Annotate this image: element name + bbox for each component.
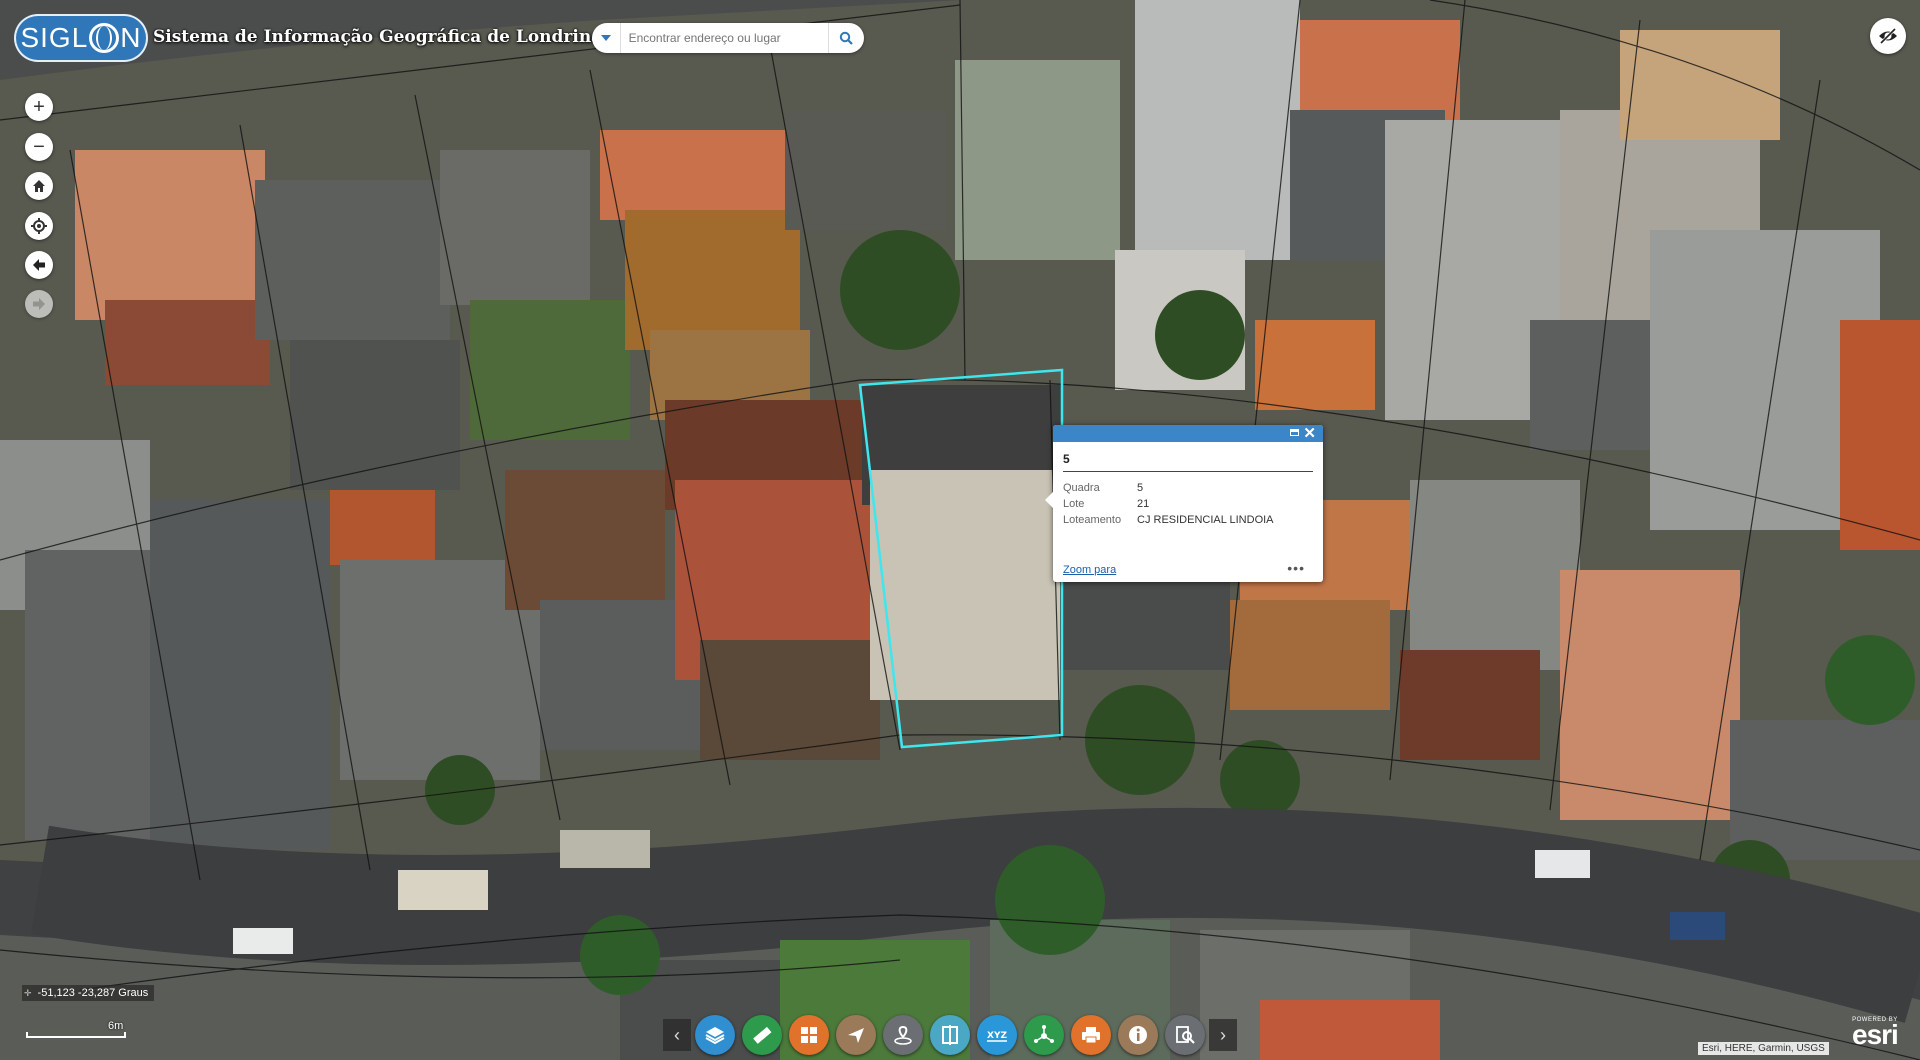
zoom-in-button[interactable]: + [25,93,53,121]
bottom-toolbar: ‹ XYZ › [663,1015,1237,1055]
coordinate-display[interactable]: ✛ -51,123 -23,287 Graus [22,985,155,1001]
pin-location-icon [894,1025,912,1045]
arrow-left-icon [33,259,45,271]
popup-header: ✕ [1053,425,1323,442]
scale-bar: 6m [26,1020,126,1038]
toolbar-prev-button[interactable]: ‹ [663,1019,691,1051]
search-button[interactable] [827,23,864,53]
hide-ui-button[interactable] [1870,18,1906,54]
chevron-down-icon [600,35,611,41]
toolbar-next-button[interactable]: › [1209,1019,1237,1051]
home-button[interactable] [25,172,53,200]
swipe-icon [942,1025,958,1045]
attribute-row: Quadra 5 [1063,480,1274,496]
measure-tool[interactable] [742,1015,782,1055]
search-bar [592,23,864,53]
arrow-right-icon [33,298,45,310]
ruler-icon [753,1026,772,1044]
scale-bar-line [26,1032,126,1038]
basemap-gallery-tool[interactable] [789,1015,829,1055]
xyz-tool[interactable]: XYZ [977,1015,1017,1055]
more-actions-button[interactable]: ••• [1287,560,1305,576]
zoom-out-button[interactable]: − [25,133,53,161]
home-icon [33,180,45,192]
swipe-tool[interactable] [930,1015,970,1055]
printer-icon [1082,1027,1100,1044]
share-tool[interactable] [1024,1015,1064,1055]
attribute-value: 21 [1137,498,1150,510]
attribute-row: Lote 21 [1063,496,1274,512]
aerial-imagery [0,0,1920,1060]
app-title: Sistema de Informação Geográfica de Lond… [153,27,603,47]
esri-name-text: esri [1852,1019,1899,1050]
locate-button[interactable] [25,212,53,240]
directions-tool[interactable] [836,1015,876,1055]
attribute-label: Quadra [1063,482,1100,494]
feature-popup: ✕ 5 Quadra 5 Lote 21 Loteamento CJ RESIDENC… [1045,425,1323,582]
route-icon [848,1028,864,1043]
about-tool[interactable] [1118,1015,1158,1055]
query-tool[interactable] [1165,1015,1205,1055]
layers-tool[interactable] [695,1015,735,1055]
search-source-dropdown[interactable] [592,23,621,53]
globe-icon [89,23,120,53]
zoom-to-link[interactable]: Zoom para [1063,564,1116,576]
scale-bar-label: 6m [108,1020,124,1032]
info-icon [1129,1026,1147,1044]
close-icon[interactable]: ✕ [1303,425,1316,442]
attribute-label: Loteamento [1063,514,1122,526]
maximize-icon[interactable] [1290,429,1299,436]
attribute-label: Lote [1063,498,1085,510]
crosshair-icon [31,218,47,234]
xyz-icon: XYZ [987,1031,1007,1042]
siglon-logo[interactable]: SIGL N [14,14,148,62]
locate-tool[interactable] [883,1015,923,1055]
next-extent-button[interactable] [25,290,53,318]
grid-icon [801,1027,817,1043]
esri-logo: POWERED BY esri [1852,1017,1899,1050]
previous-extent-button[interactable] [25,251,53,279]
svg-text:XYZ: XYZ [987,1031,1007,1041]
attribute-row: Loteamento CJ RESIDENCIAL LINDOIA [1063,512,1274,528]
popup-title: 5 [1063,452,1313,472]
aerial-map[interactable] [0,0,1920,1060]
plus-icon: + [33,96,45,118]
coordinate-text: -51,123 -23,287 Graus [37,987,149,999]
popup-pointer [1045,492,1053,508]
search-icon [840,31,854,45]
eye-slash-icon [1879,27,1897,45]
map-attribution: Esri, HERE, Garmin, USGS [1698,1042,1829,1055]
search-document-icon [1176,1026,1195,1044]
attribute-value: CJ RESIDENCIAL LINDOIA [1137,514,1274,526]
search-input[interactable] [626,30,828,46]
toolbar-tools: XYZ [691,1015,1209,1055]
minus-icon: − [33,136,45,158]
layers-icon [705,1027,725,1045]
crosshair-small-icon: ✛ [24,987,32,998]
share-icon [1034,1025,1054,1043]
popup-attributes: Quadra 5 Lote 21 Loteamento CJ RESIDENCIAL … [1063,480,1274,528]
print-tool[interactable] [1071,1015,1111,1055]
attribute-value: 5 [1137,482,1144,494]
